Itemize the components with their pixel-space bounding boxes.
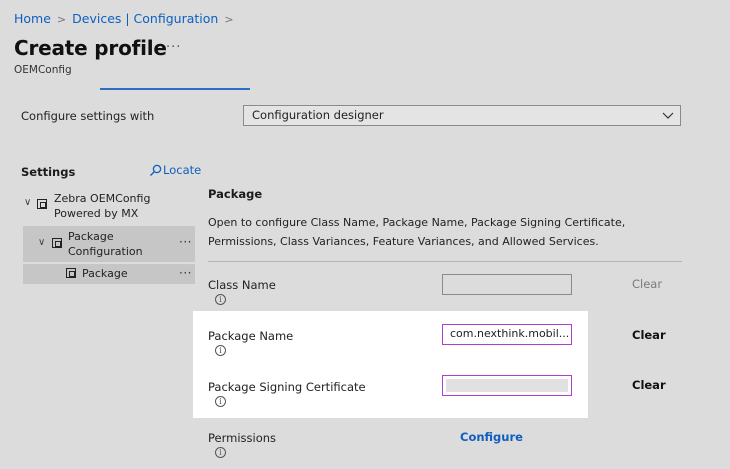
tree-item-label: Powered by MX [54, 207, 139, 220]
tree-item-more-button[interactable]: ··· [179, 266, 192, 281]
signing-certificate-label: Package Signing Certificate [208, 380, 366, 394]
class-name-input[interactable] [442, 274, 572, 295]
tree-item-label: Package [68, 230, 114, 243]
breadcrumb: Home > Devices | Configuration > [14, 11, 240, 26]
breadcrumb-devices-link[interactable]: Devices | Configuration [72, 11, 218, 26]
chevron-down-icon [662, 112, 674, 119]
tree-item-label: Package [82, 267, 128, 280]
package-description: Open to configure Class Name, Package Na… [208, 216, 626, 248]
section-divider [208, 261, 682, 262]
info-icon[interactable]: i [215, 345, 226, 356]
tree-item-label: Configuration [68, 245, 143, 258]
active-tab-indicator [100, 88, 250, 90]
info-icon[interactable]: i [215, 396, 226, 407]
settings-item-icon [66, 268, 76, 278]
tree-item-package-configuration[interactable]: ∨ Package Configuration ··· [23, 226, 195, 262]
breadcrumb-separator: > [224, 13, 234, 26]
redacted-value [446, 379, 568, 392]
more-options-button[interactable]: ··· [166, 40, 181, 55]
package-name-clear-button[interactable]: Clear [632, 328, 666, 342]
tree-item-package[interactable]: Package ··· [23, 264, 195, 284]
settings-group-icon [37, 199, 47, 209]
chevron-down-icon[interactable]: ∨ [24, 195, 36, 210]
permissions-label: Permissions [208, 431, 277, 445]
class-name-clear-button[interactable]: Clear [632, 277, 662, 291]
settings-heading: Settings [21, 165, 76, 179]
configure-settings-dropdown[interactable]: Configuration designer [243, 105, 681, 126]
dropdown-selected-value: Configuration designer [252, 108, 384, 122]
tree-item-label: Zebra OEMConfig [54, 192, 151, 205]
info-icon[interactable]: i [215, 447, 226, 458]
locate-button[interactable]: Locate [149, 163, 201, 177]
breadcrumb-separator: > [56, 13, 67, 26]
page-subtitle: OEMConfig [14, 64, 72, 76]
package-section-title: Package [208, 187, 263, 201]
locate-label: Locate [163, 163, 202, 177]
permissions-configure-link[interactable]: Configure [460, 430, 523, 444]
settings-group-icon [52, 238, 62, 248]
page-title: Create profile [14, 36, 167, 60]
tree-item-more-button[interactable]: ··· [179, 235, 192, 250]
package-name-label: Package Name [208, 329, 294, 343]
chevron-down-icon[interactable]: ∨ [38, 235, 50, 250]
signing-certificate-clear-button[interactable]: Clear [632, 378, 666, 392]
search-icon [150, 164, 162, 176]
class-name-label: Class Name [208, 278, 276, 292]
configure-settings-label: Configure settings with [21, 109, 155, 123]
breadcrumb-home-link[interactable]: Home [14, 11, 51, 26]
signing-certificate-input[interactable] [442, 375, 572, 396]
info-icon[interactable]: i [215, 294, 226, 305]
package-name-input[interactable]: com.nexthink.mobil... [442, 324, 572, 345]
